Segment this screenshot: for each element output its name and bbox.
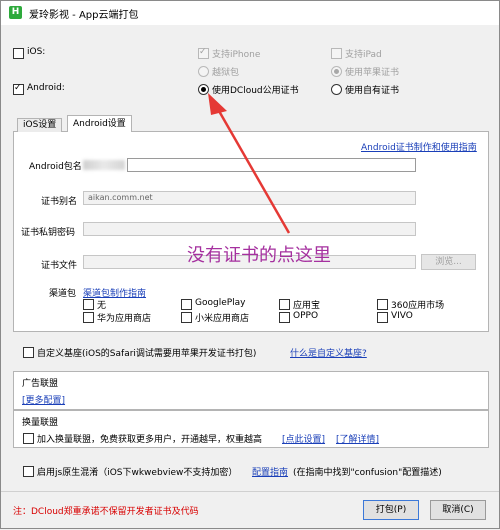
ad-alliance-section: 广告联盟 [更多配置] bbox=[13, 371, 489, 410]
channel-checkbox-xiaomi[interactable] bbox=[181, 312, 192, 323]
apple-cert-radio[interactable] bbox=[331, 66, 342, 77]
dcloud-cert-label: 使用DCloud公用证书 bbox=[212, 86, 299, 96]
cert-alias-input[interactable]: aikan.comm.net bbox=[83, 191, 416, 205]
browse-button[interactable]: 浏览... bbox=[421, 254, 476, 270]
js-config-guide-link[interactable]: 配置指南 bbox=[252, 465, 288, 478]
exchange-details-link[interactable]: [了解详情] bbox=[336, 432, 379, 445]
ad-more-config-link[interactable]: [更多配置] bbox=[22, 393, 65, 406]
footer-divider bbox=[1, 491, 499, 492]
channel-label-vivo: VIVO bbox=[391, 311, 413, 321]
ios-label: iOS: bbox=[27, 47, 46, 57]
support-iphone-label: 支持iPhone bbox=[212, 50, 261, 60]
cert-password-label: 证书私钥密码 bbox=[21, 228, 76, 238]
channel-label-none: 无 bbox=[97, 301, 107, 311]
cancel-button[interactable]: 取消(C) bbox=[430, 500, 486, 520]
title-bar: H 爱玲影视 - App云端打包 bbox=[1, 1, 499, 25]
channel-checkbox-none[interactable] bbox=[83, 299, 94, 310]
android-label: Android: bbox=[27, 83, 65, 93]
cert-file-label: 证书文件 bbox=[41, 261, 78, 271]
channel-checkbox-yingyongbao[interactable] bbox=[279, 299, 290, 310]
js-obfuscation-checkbox[interactable] bbox=[23, 466, 34, 477]
channel-checkbox-googleplay[interactable] bbox=[181, 299, 192, 310]
ios-checkbox[interactable] bbox=[13, 48, 24, 59]
support-iphone-checkbox[interactable] bbox=[198, 47, 209, 59]
support-ipad-label: 支持iPad bbox=[345, 50, 382, 60]
app-logo-icon: H bbox=[9, 6, 22, 19]
channel-label-oppo: OPPO bbox=[293, 311, 319, 321]
privacy-note: 注：DCloud郑重承诺不保留开发者证书及代码 bbox=[13, 507, 199, 517]
exchange-alliance-section: 换量联盟 加入换量联盟，免费获取更多用户，开通越早，权重越高 [点此设置] [了… bbox=[13, 410, 489, 448]
channel-checkbox-oppo[interactable] bbox=[279, 312, 290, 323]
package-name-redaction bbox=[83, 160, 125, 170]
tab-android-settings[interactable]: Android设置 bbox=[67, 115, 132, 133]
custom-base-label: 自定义基座(iOS的Safari调试需要用苹果开发证书打包) bbox=[37, 349, 257, 359]
tab-ios-settings[interactable]: iOS设置 bbox=[17, 118, 63, 132]
own-cert-radio[interactable] bbox=[331, 84, 342, 95]
android-checkbox[interactable] bbox=[13, 83, 24, 95]
arrow-head bbox=[208, 93, 227, 115]
own-cert-label: 使用自有证书 bbox=[345, 86, 400, 96]
package-name-input[interactable] bbox=[127, 158, 416, 172]
annotation-note: 没有证书的点这里 bbox=[187, 245, 331, 266]
custom-base-help-link[interactable]: 什么是自定义基座? bbox=[290, 346, 367, 359]
custom-base-checkbox[interactable] bbox=[23, 347, 34, 358]
js-config-hint: (在指南中找到"confusion"配置描述) bbox=[293, 468, 442, 478]
channel-checkbox-360[interactable] bbox=[377, 299, 388, 310]
exchange-alliance-title: 换量联盟 bbox=[22, 418, 59, 428]
pack-button[interactable]: 打包(P) bbox=[363, 500, 419, 520]
channel-checkbox-huawei[interactable] bbox=[83, 312, 94, 323]
exchange-alliance-checkbox[interactable] bbox=[23, 433, 34, 444]
ad-alliance-title: 广告联盟 bbox=[22, 379, 59, 389]
channel-label-yingyongbao: 应用宝 bbox=[293, 301, 321, 311]
package-name-label: Android包名 bbox=[29, 162, 82, 172]
channel-label-xiaomi: 小米应用商店 bbox=[195, 314, 250, 324]
channel-label: 渠道包 bbox=[49, 289, 77, 299]
dcloud-cert-radio[interactable] bbox=[198, 84, 209, 95]
channel-checkbox-vivo[interactable] bbox=[377, 312, 388, 323]
packaging-dialog: H 爱玲影视 - App云端打包 iOS: 支持iPhone 支持iPad 越狱… bbox=[0, 0, 500, 529]
support-ipad-checkbox[interactable] bbox=[331, 48, 342, 59]
exchange-alliance-label: 加入换量联盟，免费获取更多用户，开通越早，权重越高 bbox=[37, 435, 263, 445]
channel-label-googleplay: GooglePlay bbox=[195, 298, 246, 308]
js-obfuscation-label: 启用js原生混淆（iOS下wkwebview不支持加密） bbox=[37, 468, 238, 478]
jailbreak-label: 越狱包 bbox=[212, 68, 240, 78]
window-title: 爱玲影视 - App云端打包 bbox=[29, 10, 139, 21]
channel-label-huawei: 华为应用商店 bbox=[97, 314, 152, 324]
exchange-settings-link[interactable]: [点此设置] bbox=[282, 432, 325, 445]
channel-label-360: 360应用市场 bbox=[391, 301, 445, 311]
jailbreak-radio[interactable] bbox=[198, 66, 209, 77]
android-cert-guide-link[interactable]: Android证书制作和使用指南 bbox=[361, 140, 477, 153]
channel-guide-link[interactable]: 渠道包制作指南 bbox=[83, 286, 146, 299]
cert-alias-label: 证书别名 bbox=[41, 197, 78, 207]
apple-cert-label: 使用苹果证书 bbox=[345, 68, 400, 78]
cert-password-input[interactable] bbox=[83, 222, 416, 236]
